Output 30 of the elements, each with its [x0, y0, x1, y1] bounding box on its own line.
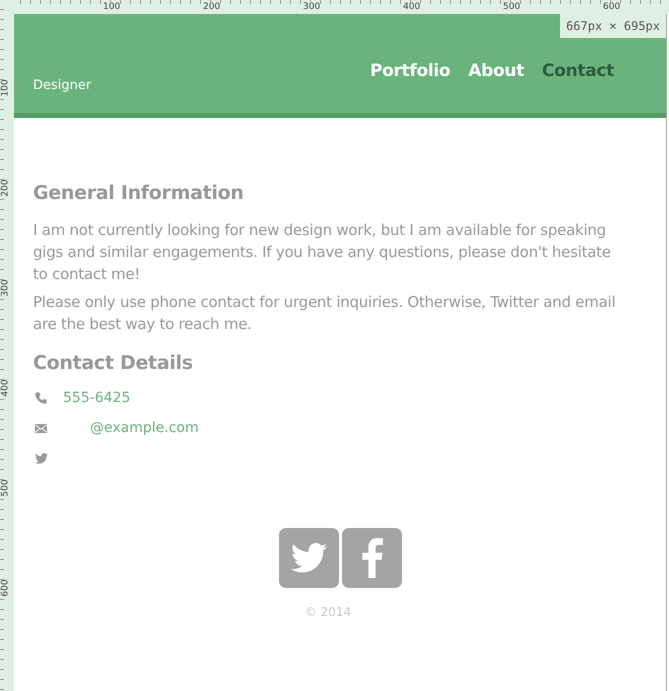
ruler-label: 200 [1, 178, 11, 198]
site-tagline: Designer [33, 78, 92, 93]
ruler-label: 600 [603, 2, 620, 12]
phone-icon [35, 392, 47, 404]
ruler-label: 400 [403, 2, 420, 12]
ruler-label: 200 [203, 2, 220, 12]
email-link[interactable]: @example.com [90, 420, 199, 436]
ruler-label: 100 [1, 78, 11, 98]
ruler-label: 300 [303, 2, 320, 12]
nav-link[interactable]: About [468, 61, 524, 81]
envelope-icon [35, 424, 47, 432]
facebook-f-icon [360, 538, 384, 578]
phone-link[interactable]: 555-6425 [63, 390, 130, 406]
ruler-label: 300 [1, 278, 11, 298]
ruler-label: 100 [103, 2, 120, 12]
ruler-label: 500 [503, 2, 520, 12]
section-heading: Contact Details [33, 351, 194, 375]
section-heading: General Information [33, 181, 245, 205]
twitter-bird-icon [34, 452, 48, 464]
viewport-size-badge: 667px × 695px [560, 14, 666, 38]
twitter-button[interactable] [278, 528, 338, 588]
twitter-bird-icon [290, 543, 326, 573]
ruler-label: 400 [1, 378, 11, 398]
nav-link[interactable]: Contact [542, 61, 614, 81]
facebook-button[interactable] [342, 528, 402, 588]
nav-link[interactable]: Portfolio [370, 61, 450, 81]
paragraph: Please only use phone contact for urgent inquiries. Otherwise, Twitter and email are the best way to reach me. [33, 292, 616, 335]
paragraph: I am not currently looking for new design work, but I am available for speaking gigs and similar engagements. If you have any questions, please don't hesitate to contact me! [33, 220, 612, 285]
ruler-label: 500 [1, 478, 11, 498]
ruler-label: 600 [1, 578, 11, 598]
